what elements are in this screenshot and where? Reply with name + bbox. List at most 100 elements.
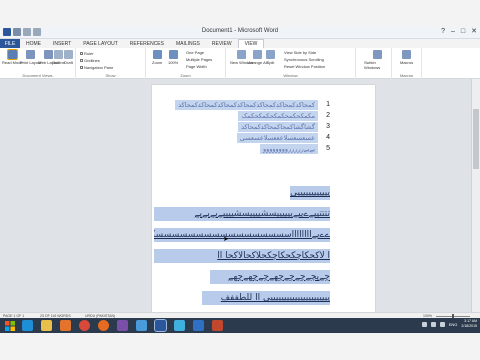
tab-view[interactable]: VIEW [237,39,265,48]
navigation-pane-checkbox[interactable]: Navigation Pane [80,65,113,70]
list-item[interactable]: عسعسعسلاعععسلاعسعسی 4 [164,133,332,143]
list-item[interactable]: گشاگشاکمحاکمحاکدکمحاکد 3 [164,122,332,132]
print-layout-icon [26,50,36,59]
network-icon[interactable] [430,321,436,327]
store-icon[interactable] [174,320,185,331]
macros-button[interactable]: Macros [400,50,413,65]
paragraph-line[interactable]: ےےیےااااااااسسسسسسسسسسسسسسسسسکسکسک [154,228,330,242]
outlook-icon[interactable] [193,320,204,331]
list-item-number: 4 [326,134,330,141]
internet-explorer-icon[interactable] [22,320,33,331]
system-tray: ENG 3:17 AM 2/18/2015 [421,319,477,329]
view-side-by-side-label: View Side by Side [284,50,317,55]
start-button[interactable] [3,320,17,331]
switch-windows-button[interactable]: Switch Windows [364,50,391,70]
paragraph-line[interactable]: ا لاکحکاچکحکاچکحلاکحالاکحا اا [154,249,330,263]
paragraph-line[interactable]: چےیچےچےچےچھےچےچھےچھے [210,270,330,284]
tab-references[interactable]: REFERENCES [124,39,170,48]
draft-label: Draft [64,60,73,65]
one-page-label: One Page [186,50,205,55]
list-item-number: 2 [326,112,330,119]
checkbox-icon [80,66,83,69]
tab-review[interactable]: REVIEW [206,39,238,48]
draft-icon [64,50,73,59]
multiple-pages-label: Multiple Pages [186,57,213,62]
multiple-pages-button[interactable]: Multiple Pages [186,57,212,62]
split-button[interactable]: Split [266,50,275,65]
view-side-by-side-button[interactable]: View Side by Side [284,50,316,55]
group-macros: Macros Macros [392,48,422,79]
speaker-icon[interactable] [439,321,445,327]
zoom-100-button[interactable]: 100% [168,50,178,65]
paint-icon[interactable] [212,320,223,331]
photos-icon[interactable] [136,320,147,331]
list-item-text: کمحاکدکمحاکدکمحاکدکمحاکدکمحاکدکمحاکدکمحا… [175,100,318,110]
tab-home[interactable]: HOME [20,39,47,48]
ribbon: Read Mode Print Layout Web Layout Outlin… [0,48,480,79]
reset-window-position-button[interactable]: Reset Window Position [284,64,325,69]
firefox-icon[interactable] [98,320,109,331]
outline-icon [53,50,63,59]
zoom-100-icon [168,50,178,59]
page-width-button[interactable]: Page Width [186,64,207,69]
minimize-button[interactable]: – [451,28,455,36]
chrome-icon[interactable] [79,320,90,331]
outline-button[interactable]: Outline [52,50,65,65]
taskbar: ENG 3:17 AM 2/18/2015 [0,318,480,333]
vertical-scrollbar[interactable] [471,79,480,312]
mouse-cursor-icon: ➤ [223,236,229,243]
visual-studio-icon[interactable] [117,320,128,331]
group-label-views: Document Views [22,73,53,78]
macros-label: Macros [400,60,414,65]
tab-page-layout[interactable]: PAGE LAYOUT [77,39,124,48]
list-item-text: عسعسعسلاعععسلاعسعسی [236,133,318,143]
word-icon[interactable] [154,319,167,332]
list-item[interactable]: یےیےررررروووووووو 5 [164,144,332,154]
maximize-button[interactable]: □ [461,28,465,36]
paragraph-line[interactable]: ییییییییییییییییییییییی اا للطففف [202,291,330,305]
synchronous-scrolling-button[interactable]: Synchronous Scrolling [284,57,324,62]
help-button[interactable]: ? [441,28,445,36]
list-item[interactable]: مکمکحکمحکمکحکمکحکمک 2 [164,111,332,121]
list-item-text: مکمکحکمحکمکحکمکحکمک [238,111,318,121]
tab-insert[interactable]: INSERT [47,39,77,48]
draft-button[interactable]: Draft [64,50,73,65]
close-button[interactable]: ✕ [471,28,477,36]
synchronous-scrolling-label: Synchronous Scrolling [284,57,324,62]
group-label-show: Show [105,73,116,78]
title-bar: Document1 - Microsoft Word ? – □ ✕ [0,27,480,39]
windows-logo-icon [5,320,15,331]
gridlines-checkbox[interactable]: Gridlines [80,58,100,63]
clock[interactable]: 3:17 AM 2/18/2015 [461,319,477,329]
group-label-zoom: Zoom [180,73,191,78]
group-label-macros: Macros [399,73,414,78]
new-window-icon [237,50,247,59]
ribbon-tabs: FILE HOME INSERT PAGE LAYOUT REFERENCES … [0,39,480,48]
paragraph-line[interactable]: ییییییییییییی : [290,186,330,200]
checkbox-icon [80,59,83,62]
split-label: Split [266,60,275,65]
list-item-number: 1 [326,101,330,108]
macros-icon [402,50,412,59]
arrange-all-label: Arrange All [248,60,268,65]
one-page-button[interactable]: One Page [186,50,204,55]
group-show: Ruler Gridlines Navigation Pane Show [76,48,146,79]
switch-windows-label: Switch Windows [364,60,381,70]
tab-file[interactable]: FILE [0,39,20,48]
zoom-track [436,314,470,318]
file-explorer-icon[interactable] [41,320,52,331]
paragraph-line[interactable]: تتتتییےےییےییییییسشییییسشییییےیےیےیے [154,207,330,221]
input-language[interactable]: ENG [449,322,458,327]
gridlines-label: Gridlines [84,58,100,63]
group-window: New Window Arrange All Split View Side b… [226,48,356,79]
ruler-checkbox[interactable]: Ruler [80,51,94,56]
scrollbar-thumb[interactable] [473,109,479,169]
list-item-number: 5 [326,145,330,152]
up-arrow-icon[interactable] [421,321,427,327]
window-controls: ? – □ ✕ [441,28,477,36]
list-item[interactable]: کمحاکدکمحاکدکمحاکدکمحاکدکمحاکدکمحاکدکمحا… [164,100,332,110]
tab-mailings[interactable]: MAILINGS [170,39,206,48]
media-player-icon[interactable] [60,320,71,331]
zoom-button[interactable]: Zoom [152,50,162,65]
arrange-all-button[interactable]: Arrange All [248,50,268,65]
